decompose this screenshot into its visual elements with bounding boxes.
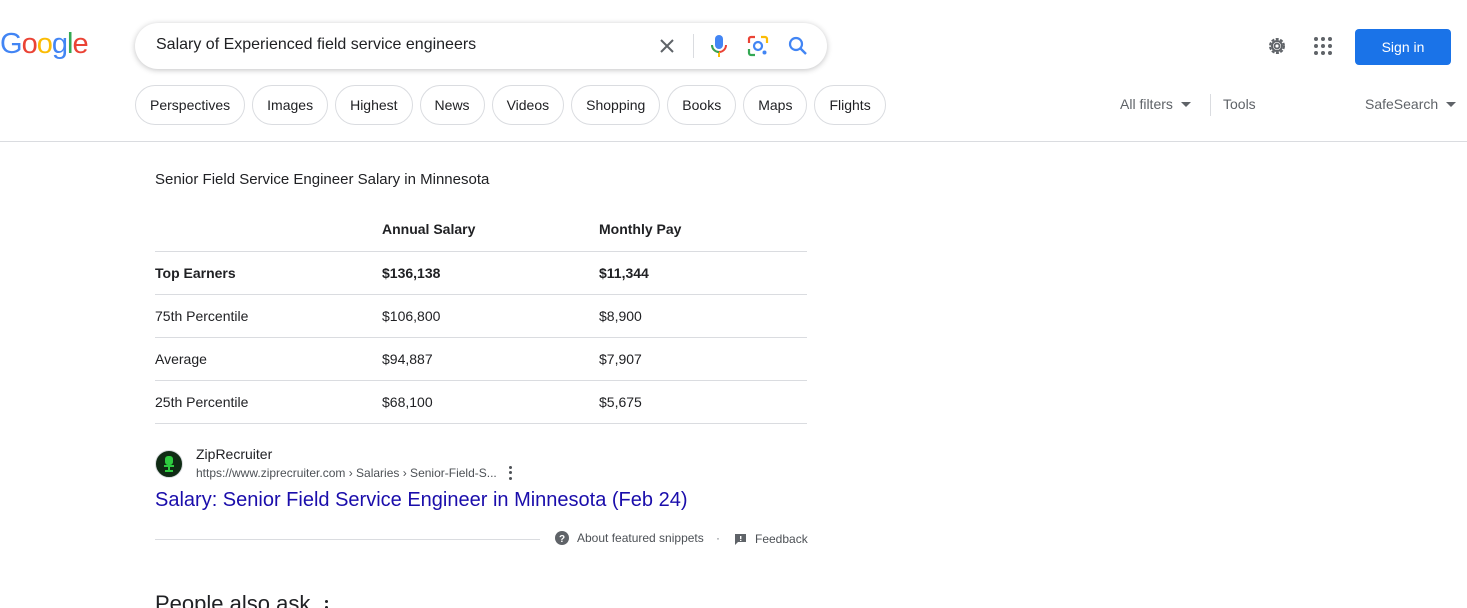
- people-also-ask-heading: People also ask: [155, 591, 311, 608]
- table-cell: Top Earners: [155, 251, 382, 295]
- help-icon: ?: [555, 531, 569, 545]
- source-url: https://www.ziprecruiter.com › Salaries …: [196, 466, 497, 480]
- chip-shopping[interactable]: Shopping: [571, 85, 661, 125]
- google-logo[interactable]: Google: [0, 28, 89, 61]
- result-title-link[interactable]: Salary: Senior Field Service Engineer in…: [155, 489, 687, 512]
- sign-in-button[interactable]: Sign in: [1355, 29, 1451, 65]
- all-filters-dropdown[interactable]: All filters: [1120, 96, 1191, 112]
- table-cell: $7,907: [599, 337, 807, 381]
- table-row: 75th Percentile $106,800 $8,900: [155, 294, 807, 338]
- table-header: Annual Salary: [382, 207, 599, 252]
- safesearch-label: SafeSearch: [1365, 96, 1439, 112]
- chip-maps[interactable]: Maps: [743, 85, 808, 125]
- table-header: [155, 207, 382, 252]
- apps-grid-icon[interactable]: [1311, 34, 1335, 58]
- logo-letter: g: [51, 28, 68, 60]
- table-cell: $136,138: [382, 251, 599, 295]
- search-input[interactable]: Salary of Experienced field service engi…: [156, 36, 476, 54]
- feedback-icon: [735, 533, 746, 545]
- table-cell: $8,900: [599, 294, 807, 338]
- snippet-title: Senior Field Service Engineer Salary in …: [155, 171, 490, 188]
- caret-down-icon: [1180, 101, 1191, 107]
- logo-letter: o: [36, 28, 53, 60]
- salary-table: Annual Salary Monthly Pay Top Earners $1…: [155, 207, 807, 424]
- ziprecruiter-logo-icon: [155, 450, 183, 478]
- more-options-icon[interactable]: [504, 465, 516, 481]
- search-box[interactable]: Salary of Experienced field service engi…: [135, 23, 827, 69]
- table-header: Monthly Pay: [599, 207, 807, 252]
- table-cell: 25th Percentile: [155, 380, 382, 424]
- google-lens-icon[interactable]: [746, 34, 770, 58]
- safesearch-dropdown[interactable]: SafeSearch: [1365, 96, 1457, 112]
- clear-icon[interactable]: [655, 34, 679, 58]
- table-cell: $68,100: [382, 380, 599, 424]
- chip-images[interactable]: Images: [252, 85, 329, 125]
- search-icon[interactable]: [786, 34, 810, 58]
- table-cell: $11,344: [599, 251, 807, 295]
- gear-icon[interactable]: [1265, 34, 1289, 58]
- feedback-link[interactable]: Feedback: [734, 532, 808, 546]
- chip-flights[interactable]: Flights: [814, 85, 886, 125]
- table-cell: 75th Percentile: [155, 294, 382, 338]
- feedback-label: Feedback: [755, 532, 808, 546]
- logo-letter: o: [21, 28, 38, 60]
- header: Google Salary of Experienced field servi…: [0, 0, 1467, 142]
- logo-letter: e: [72, 28, 88, 60]
- chip-highest[interactable]: Highest: [335, 85, 413, 125]
- snippet-divider: [155, 539, 540, 540]
- table-cell: $94,887: [382, 337, 599, 381]
- all-filters-label: All filters: [1120, 96, 1173, 112]
- chip-news[interactable]: News: [419, 85, 485, 125]
- table-cell: $5,675: [599, 380, 807, 424]
- chip-perspectives[interactable]: Perspectives: [135, 85, 246, 125]
- about-featured-snippets-link[interactable]: ? About featured snippets: [555, 531, 704, 545]
- table-row: Average $94,887 $7,907: [155, 337, 807, 381]
- logo-letter: G: [0, 28, 23, 60]
- chip-videos[interactable]: Videos: [491, 85, 565, 125]
- search-divider: [693, 34, 694, 58]
- footer-separator: ·: [716, 531, 720, 545]
- table-row: 25th Percentile $68,100 $5,675: [155, 380, 807, 424]
- caret-down-icon: [1446, 101, 1457, 107]
- microphone-icon[interactable]: [707, 33, 731, 59]
- tools-button[interactable]: Tools: [1223, 96, 1256, 112]
- more-options-icon[interactable]: [325, 600, 329, 608]
- about-label: About featured snippets: [577, 531, 704, 545]
- svg-text:?: ?: [559, 534, 565, 545]
- source-name: ZipRecruiter: [196, 446, 273, 462]
- filters-divider: [1210, 94, 1211, 116]
- table-row: Top Earners $136,138 $11,344: [155, 251, 807, 295]
- chip-books[interactable]: Books: [667, 85, 737, 125]
- table-cell: $106,800: [382, 294, 599, 338]
- table-cell: Average: [155, 337, 382, 381]
- search-chips: Perspectives Images Highest News Videos …: [135, 85, 886, 125]
